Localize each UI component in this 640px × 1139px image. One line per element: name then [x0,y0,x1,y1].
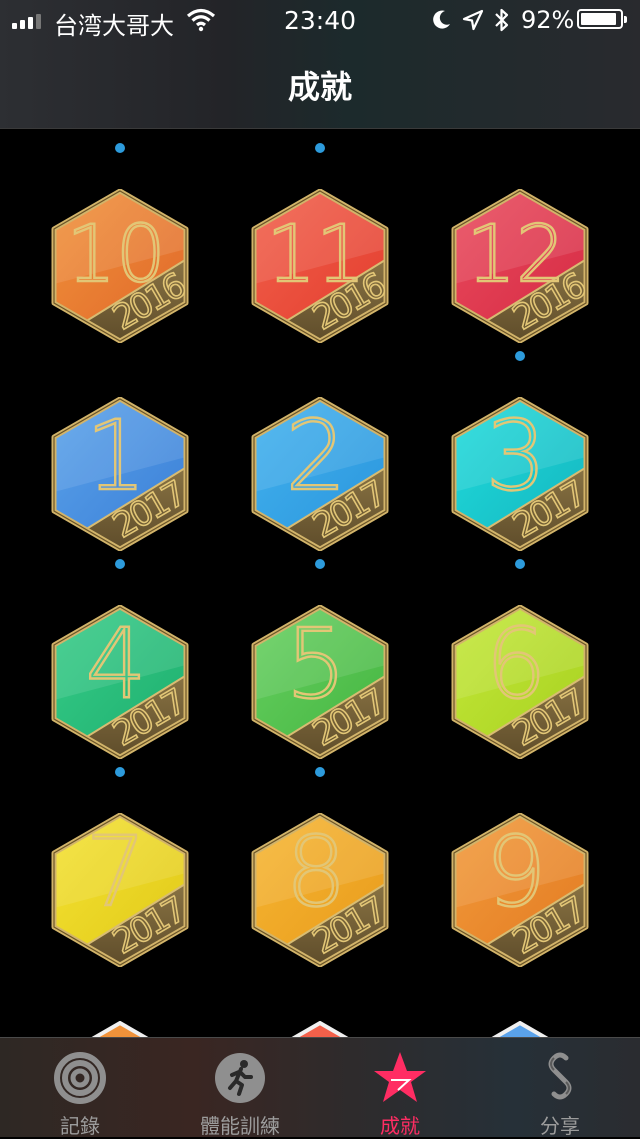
moon-icon [432,9,452,37]
award-badge[interactable]: 5 2017 [250,605,390,759]
new-award-dot [315,767,325,777]
award-badge[interactable]: 1 2017 [50,397,190,551]
new-award-dot [315,143,325,153]
award-badge[interactable]: 2 2017 [250,397,390,551]
award-badge[interactable]: 11 2016 [250,189,390,343]
new-award-dot [515,559,525,569]
award-badge[interactable]: 3 2017 [450,397,590,551]
award-badge[interactable]: 10 2016 [50,189,190,343]
running-figure-icon [215,1053,265,1103]
tab-activity[interactable]: 記錄 [0,1038,160,1138]
location-arrow-icon [462,9,484,37]
award-badge[interactable]: 4 2017 [50,605,190,759]
award-badge-partial[interactable] [450,1021,590,1037]
tab-label: 分享 [540,1114,580,1138]
award-badge[interactable]: 9 2017 [450,813,590,967]
award-badge[interactable]: 12 2016 [450,189,590,343]
tab-sharing[interactable]: 分享 [480,1038,640,1138]
award-badge[interactable]: 6 2017 [450,605,590,759]
tab-label: 記錄 [60,1114,100,1138]
awards-grid[interactable]: 10 2016 11 2016 12 2016 1 2017 2 2017 3 2017 4 2017 5 2… [0,129,640,1037]
status-bar: 台湾大哥大 23:40 92% [0,0,640,40]
award-badge[interactable]: 8 2017 [250,813,390,967]
tab-workouts[interactable]: 體能訓練 [160,1038,320,1138]
star-achievement-icon [374,1052,426,1102]
award-badge-partial[interactable] [250,1021,390,1037]
tab-bar: 記錄 體能訓練 成就 分享 [0,1037,640,1138]
tab-label: 體能訓練 [200,1114,280,1138]
new-award-dot [115,559,125,569]
page-title: 成就 [287,68,352,106]
activity-rings-icon [54,1052,106,1104]
tab-label: 成就 [380,1114,420,1138]
new-award-dot [515,351,525,361]
sharing-icon [548,1052,572,1100]
battery-percent: 92% [521,6,575,34]
new-award-dot [115,767,125,777]
new-award-dot [315,559,325,569]
navigation-bar: 成就 [0,40,640,129]
award-badge[interactable]: 7 2017 [50,813,190,967]
award-badge-partial[interactable] [50,1021,190,1037]
tab-achievements[interactable]: 成就 [320,1038,480,1138]
bluetooth-icon [494,7,510,39]
new-award-dot [115,143,125,153]
battery-icon [577,9,627,29]
